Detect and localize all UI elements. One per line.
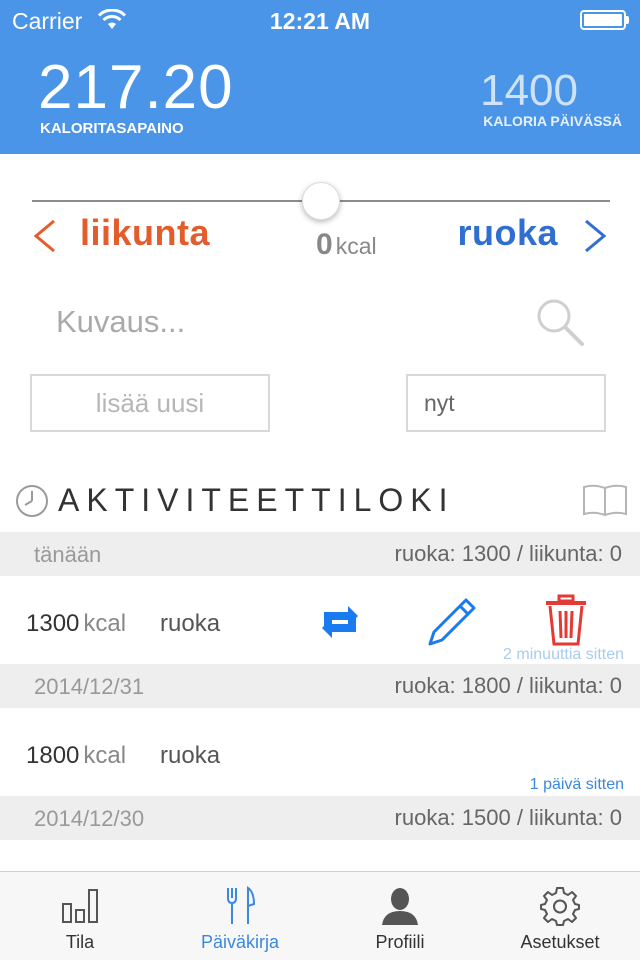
chevron-right-icon[interactable] xyxy=(582,218,610,254)
person-icon xyxy=(382,888,418,925)
day-header: 2014/12/30 ruoka: 1500 / liikunta: 0 xyxy=(0,796,640,840)
status-bar: Carrier 12:21 AM xyxy=(0,0,640,40)
search-icon[interactable] xyxy=(534,296,586,348)
log-entry[interactable]: 1800 kcal ruoka 1 päivä sitten xyxy=(0,708,640,796)
day-header: 2014/12/31 ruoka: 1800 / liikunta: 0 xyxy=(0,664,640,708)
description-input[interactable]: Kuvaus... xyxy=(56,304,185,340)
tab-tila[interactable]: Tila xyxy=(0,872,160,960)
gear-icon xyxy=(540,887,580,926)
tab-label: Asetukset xyxy=(520,932,600,952)
tab-label: Profiili xyxy=(375,932,425,952)
tab-profiili[interactable]: Profiili xyxy=(320,872,480,960)
kcal-readout: 0 kcal xyxy=(316,228,377,262)
battery-tip xyxy=(626,16,629,24)
daily-calories-label: KALORIA PÄIVÄSSÄ xyxy=(483,113,622,129)
day-summary: ruoka: 1300 / liikunta: 0 xyxy=(394,541,622,566)
activity-log-title: AKTIVITEETTILOKI xyxy=(58,482,455,518)
entry-time: 2 minuuttia sitten xyxy=(503,646,624,663)
entry-type: ruoka xyxy=(160,610,221,637)
day-header: tänään ruoka: 1300 / liikunta: 0 xyxy=(0,532,640,576)
calorie-balance-value: 217.20 xyxy=(38,53,234,122)
daily-calories-value: 1400 xyxy=(480,66,578,115)
trash-icon[interactable] xyxy=(540,594,592,646)
tab-paivakirja[interactable]: Päiväkirja xyxy=(160,872,320,960)
log-entry[interactable]: 1300 kcal ruoka 2 minuuttia sitten xyxy=(0,576,640,664)
fork-knife-icon xyxy=(227,886,256,924)
add-new-button[interactable]: lisää uusi xyxy=(30,374,270,432)
tab-label: Päiväkirja xyxy=(200,932,280,952)
tab-bar: Tila Päiväkirja Profiili Asetukset xyxy=(0,871,640,960)
repeat-icon[interactable] xyxy=(314,596,366,648)
day-summary: ruoka: 1500 / liikunta: 0 xyxy=(394,805,622,830)
kcal-value: 0 xyxy=(316,228,333,261)
edit-pencil-icon[interactable] xyxy=(426,596,478,648)
kcal-slider-thumb[interactable] xyxy=(302,182,340,220)
chevron-left-icon[interactable] xyxy=(30,218,58,254)
kcal-unit: kcal xyxy=(335,233,377,259)
calorie-balance-label: KALORITASAPAINO xyxy=(40,120,184,137)
food-mode-label[interactable]: ruoka xyxy=(457,212,558,254)
clock-icon xyxy=(16,485,48,517)
entry-kcal: 1800 kcal xyxy=(26,742,127,769)
summary-header: Carrier 12:21 AM 217.20 KALORITASAPAINO … xyxy=(0,0,640,154)
day-date: 2014/12/30 xyxy=(34,806,145,831)
time-field[interactable]: nyt xyxy=(406,374,606,432)
entry-kcal: 1300 kcal xyxy=(26,610,127,637)
exercise-mode-label[interactable]: liikunta xyxy=(80,212,210,254)
tab-asetukset[interactable]: Asetukset xyxy=(480,872,640,960)
entry-time: 1 päivä sitten xyxy=(529,776,624,793)
bar-chart-icon xyxy=(62,889,98,923)
status-time: 12:21 AM xyxy=(269,8,371,34)
day-date: tänään xyxy=(34,542,102,567)
battery-icon xyxy=(580,10,626,30)
tab-label: Tila xyxy=(65,932,95,952)
day-summary: ruoka: 1800 / liikunta: 0 xyxy=(394,673,622,698)
day-date: 2014/12/31 xyxy=(34,674,145,699)
entry-type: ruoka xyxy=(160,742,221,769)
book-icon[interactable] xyxy=(582,483,628,517)
